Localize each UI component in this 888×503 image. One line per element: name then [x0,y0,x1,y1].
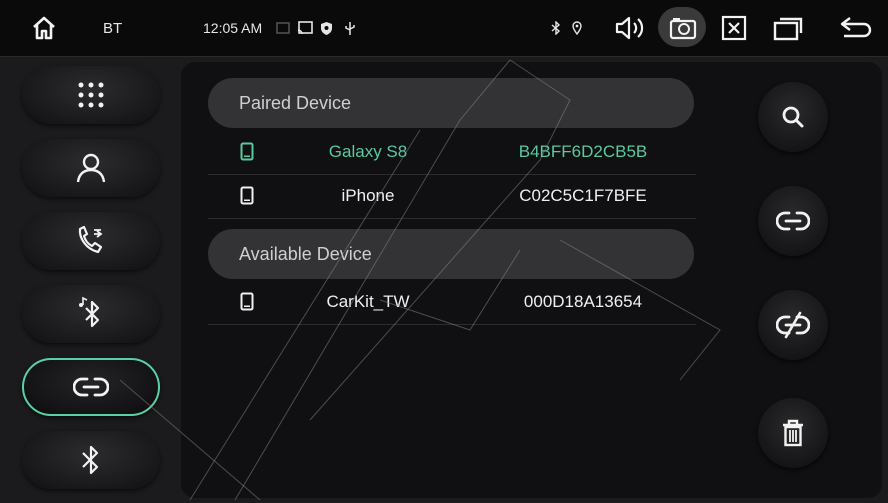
link-icon [73,377,109,397]
volume-icon[interactable] [614,0,646,56]
notification-icon [276,0,290,56]
cast-icon [297,0,313,56]
phone-icon [240,142,254,161]
disconnect-icon [776,311,810,339]
sidebar-item-bluetooth-music[interactable] [22,285,160,343]
device-row-galaxy-s8[interactable]: Galaxy S8 B4BFF6D2CB5B [208,130,696,175]
device-name: CarKit_TW [326,292,410,311]
search-icon [782,106,804,128]
device-mac: 000D18A13654 [523,292,643,311]
delete-icon [783,419,803,447]
contacts-icon [76,153,106,183]
connect-icon [776,211,810,231]
bluetooth-music-icon [79,296,100,328]
available-device-header: Available Device [208,229,694,279]
bluetooth-status-icon [551,0,561,56]
status-bar: BT 12:05 AM [0,0,888,57]
device-mac: C02C5C1F7BFE [519,186,647,205]
bluetooth-icon [82,445,99,475]
phone-icon [240,292,254,311]
usb-icon [344,0,356,56]
device-name: iPhone [341,186,395,205]
multiwindow-icon[interactable] [773,0,803,56]
sidebar-item-contacts[interactable] [22,139,160,197]
sidebar-item-bluetooth[interactable] [22,431,160,489]
close-window-icon[interactable] [721,0,747,56]
search-button[interactable] [758,82,828,152]
sidebar-item-call-log[interactable] [22,212,160,270]
delete-button[interactable] [758,398,828,468]
clock: 12:05 AM [203,20,263,36]
disconnect-button[interactable] [758,290,828,360]
device-name: Galaxy S8 [328,142,408,161]
screenshot-icon[interactable] [669,0,697,56]
location-icon [572,0,582,56]
paired-device-header: Paired Device [208,78,694,128]
device-row-carkit-tw[interactable]: CarKit_TW 000D18A13654 [208,280,696,325]
phone-icon [240,186,254,205]
device-mac: B4BFF6D2CB5B [518,142,648,161]
connect-button[interactable] [758,186,828,256]
dialpad-icon [78,82,104,108]
home-icon[interactable] [30,0,58,56]
back-icon[interactable] [838,0,872,56]
shield-icon [320,0,333,56]
call-log-icon [78,225,103,254]
sidebar-item-link[interactable] [22,358,160,416]
sidebar-item-dialpad[interactable] [22,66,160,124]
device-row-iphone[interactable]: iPhone C02C5C1F7BFE [208,174,696,219]
app-label: BT [103,19,123,37]
